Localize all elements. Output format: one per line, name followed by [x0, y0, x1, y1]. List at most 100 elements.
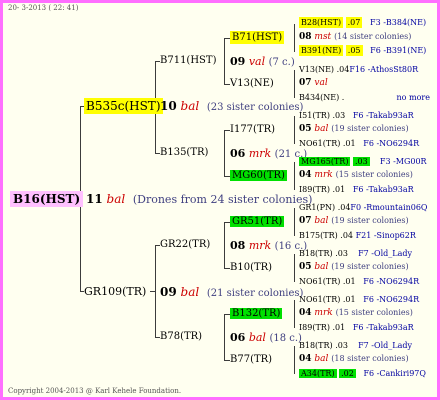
- g3-node-4[interactable]: GR51(TR): [230, 216, 285, 227]
- g3-gen-4: 07: [299, 216, 312, 226]
- g4-num-6: .03: [353, 157, 370, 166]
- g2-gen-0: 09: [230, 55, 246, 68]
- g4-ped-11: F6 -NO6294R: [363, 277, 420, 286]
- g3-node-2[interactable]: I177(TR): [230, 125, 275, 135]
- root-node[interactable]: B16(HST): [10, 191, 84, 207]
- g3-gen-3: 04: [299, 170, 312, 180]
- line-d6: [294, 254, 295, 282]
- g2-node-1[interactable]: B135(TR): [160, 148, 208, 158]
- g4-name-5: NO61(TR): [299, 139, 341, 148]
- g4-ped-0: F3 -B384(NE): [370, 18, 427, 27]
- g4-num-7: .01: [332, 185, 346, 194]
- g3-node-3[interactable]: MG60(TR): [230, 170, 287, 181]
- g3-gen-7: 04: [299, 354, 312, 364]
- g4-num-12: .01: [342, 295, 356, 304]
- g4-ped-6: F3 -MG00R: [379, 157, 427, 166]
- g3-node-0[interactable]: B71(HST): [230, 31, 285, 44]
- g1-top-note: (23 sister colonies): [206, 102, 304, 113]
- g2-node-0[interactable]: B711(HST): [160, 56, 216, 66]
- g3-node-6[interactable]: B132(TR): [230, 308, 283, 319]
- line-d5: [294, 208, 295, 236]
- g3-info-7: 04 bal (18 sister colonies): [299, 355, 409, 364]
- g3-node-5[interactable]: B10(TR): [230, 263, 272, 273]
- g4-row-5[interactable]: NO61(TR) .01 F6 -NO6294R: [299, 140, 419, 148]
- g4-row-15[interactable]: A34(TR) .02 F6 -Cankiri97Q: [299, 369, 426, 378]
- g3-node-1[interactable]: V13(NE): [230, 79, 274, 89]
- g4-num-4: .03: [332, 111, 346, 120]
- g4-ped-5: F6 -NO6294R: [363, 139, 420, 148]
- g3-note-5: (19 sister colonies): [331, 262, 409, 271]
- g4-ped-4: F6 -Takab93aR: [352, 111, 414, 120]
- line-c2-v: [224, 130, 225, 176]
- g2-gen-1: 06: [230, 147, 246, 160]
- g2-node-2[interactable]: GR22(TR): [160, 240, 210, 250]
- root-info: 11 bal (Drones from 24 sister colonies): [86, 193, 312, 205]
- line-b-h: [150, 291, 155, 292]
- g4-row-13[interactable]: I89(TR) .01 F6 -Takab93aR: [299, 324, 414, 332]
- g4-row-1[interactable]: B391(NE) .05 F6 -B391(NE): [299, 45, 427, 56]
- copyright: Copyright 2004-2013 @ Karl Kehele Founda…: [8, 387, 182, 395]
- g4-name-10: B18(TR): [299, 249, 333, 258]
- g4-ped-1: F6 -B391(NE): [370, 46, 427, 55]
- g3-name-1: V13(NE): [230, 78, 274, 89]
- g1-top-info: 10 bal (23 sister colonies): [160, 100, 303, 113]
- g3-info-3: 04 mrk (15 sister colonies): [299, 171, 413, 180]
- g1-bot-name: GR109(TR): [84, 285, 147, 298]
- g3-name-7: B77(TR): [230, 354, 273, 365]
- g4-ped-7: F6 -Takab93aR: [352, 185, 414, 194]
- line-d2: [294, 70, 295, 98]
- g1-bot-mark: bal: [180, 285, 200, 299]
- g4-row-11[interactable]: NO61(TR) .01 F6 -NO6294R: [299, 278, 419, 286]
- g3-gen-2: 05: [299, 124, 312, 134]
- line-d1: [294, 24, 295, 52]
- g4-name-12: NO61(TR): [299, 295, 341, 304]
- g3-note-6: (15 sister colonies): [335, 308, 413, 317]
- g3-mark-3: mrk: [314, 170, 333, 180]
- g2-info-1: 06 mrk (21 c.): [230, 148, 307, 160]
- g2-info-0: 09 val (7 c.): [230, 56, 295, 68]
- g4-row-6[interactable]: MG165(TR) .03 F3 -MG00R: [299, 157, 427, 166]
- g4-ped-2: F16 -AthosSt80R: [349, 65, 419, 74]
- g3-node-7[interactable]: B77(TR): [230, 355, 272, 365]
- g4-row-10[interactable]: B18(TR) .03 F7 -Old_Lady: [299, 250, 412, 258]
- g2-gen-2: 08: [230, 239, 246, 252]
- g4-row-2[interactable]: V13(NE) .04F16 -AthosSt80R: [299, 66, 418, 74]
- g4-row-3[interactable]: B434(NE) . no more: [299, 94, 430, 102]
- g3-note-2: (19 sister colonies): [331, 124, 409, 133]
- g2-node-3[interactable]: B78(TR): [160, 332, 202, 342]
- g2-name-0: B711(HST): [160, 55, 217, 66]
- g4-row-8[interactable]: GR1(PN) .04F0 -Rmountain06Q: [299, 204, 427, 212]
- g2-mark-1: mrk: [248, 147, 272, 160]
- g2-note-3: (18 c.): [269, 333, 302, 344]
- g1-top-mark: bal: [180, 99, 200, 113]
- g2-note-0: (7 c.): [268, 57, 295, 68]
- g4-row-7[interactable]: I89(TR) .01 F6 -Takab93aR: [299, 186, 414, 194]
- g4-row-4[interactable]: I51(TR) .03 F6 -Takab93aR: [299, 112, 414, 120]
- g4-ped-13: F6 -Takab93aR: [352, 323, 414, 332]
- g4-row-12[interactable]: NO61(TR) .01 F6 -NO6294R: [299, 296, 419, 304]
- g1-bot-node[interactable]: GR109(TR): [84, 286, 146, 297]
- g3-name-0: B71(HST): [230, 31, 285, 44]
- g4-name-2: V13(NE): [299, 65, 335, 74]
- g4-num-15: .02: [339, 369, 356, 378]
- g3-gen-6: 04: [299, 308, 312, 318]
- g4-ped-15: F6 -Cankiri97Q: [363, 369, 426, 378]
- g4-name-6: MG165(TR): [299, 157, 351, 166]
- g4-row-9[interactable]: B175(TR) .04 F21 -Sinop62R: [299, 232, 416, 240]
- g1-top-node[interactable]: B535c(HST): [84, 98, 163, 114]
- g4-num-5: .01: [342, 139, 356, 148]
- g4-num-2: .04: [336, 65, 350, 74]
- g4-num-13: .01: [332, 323, 346, 332]
- g4-row-14[interactable]: B18(TR) .03 F7 -Old_Lady: [299, 342, 412, 350]
- g1-bot-note: (21 sister colonies): [206, 288, 304, 299]
- g4-num-14: .03: [335, 341, 348, 350]
- g3-gen-0: 08: [299, 32, 312, 42]
- g1-bot-gen: 09: [160, 285, 177, 299]
- g3-info-6: 04 mrk (15 sister colonies): [299, 309, 413, 318]
- g4-name-4: I51(TR): [299, 111, 330, 120]
- g3-gen-1: 07: [299, 78, 312, 88]
- g4-ped-10: F7 -Old_Lady: [358, 249, 412, 258]
- g4-name-13: I89(TR): [299, 323, 330, 332]
- g4-row-0[interactable]: B28(HST) .07 F3 -B384(NE): [299, 17, 427, 28]
- line-d8: [294, 346, 295, 374]
